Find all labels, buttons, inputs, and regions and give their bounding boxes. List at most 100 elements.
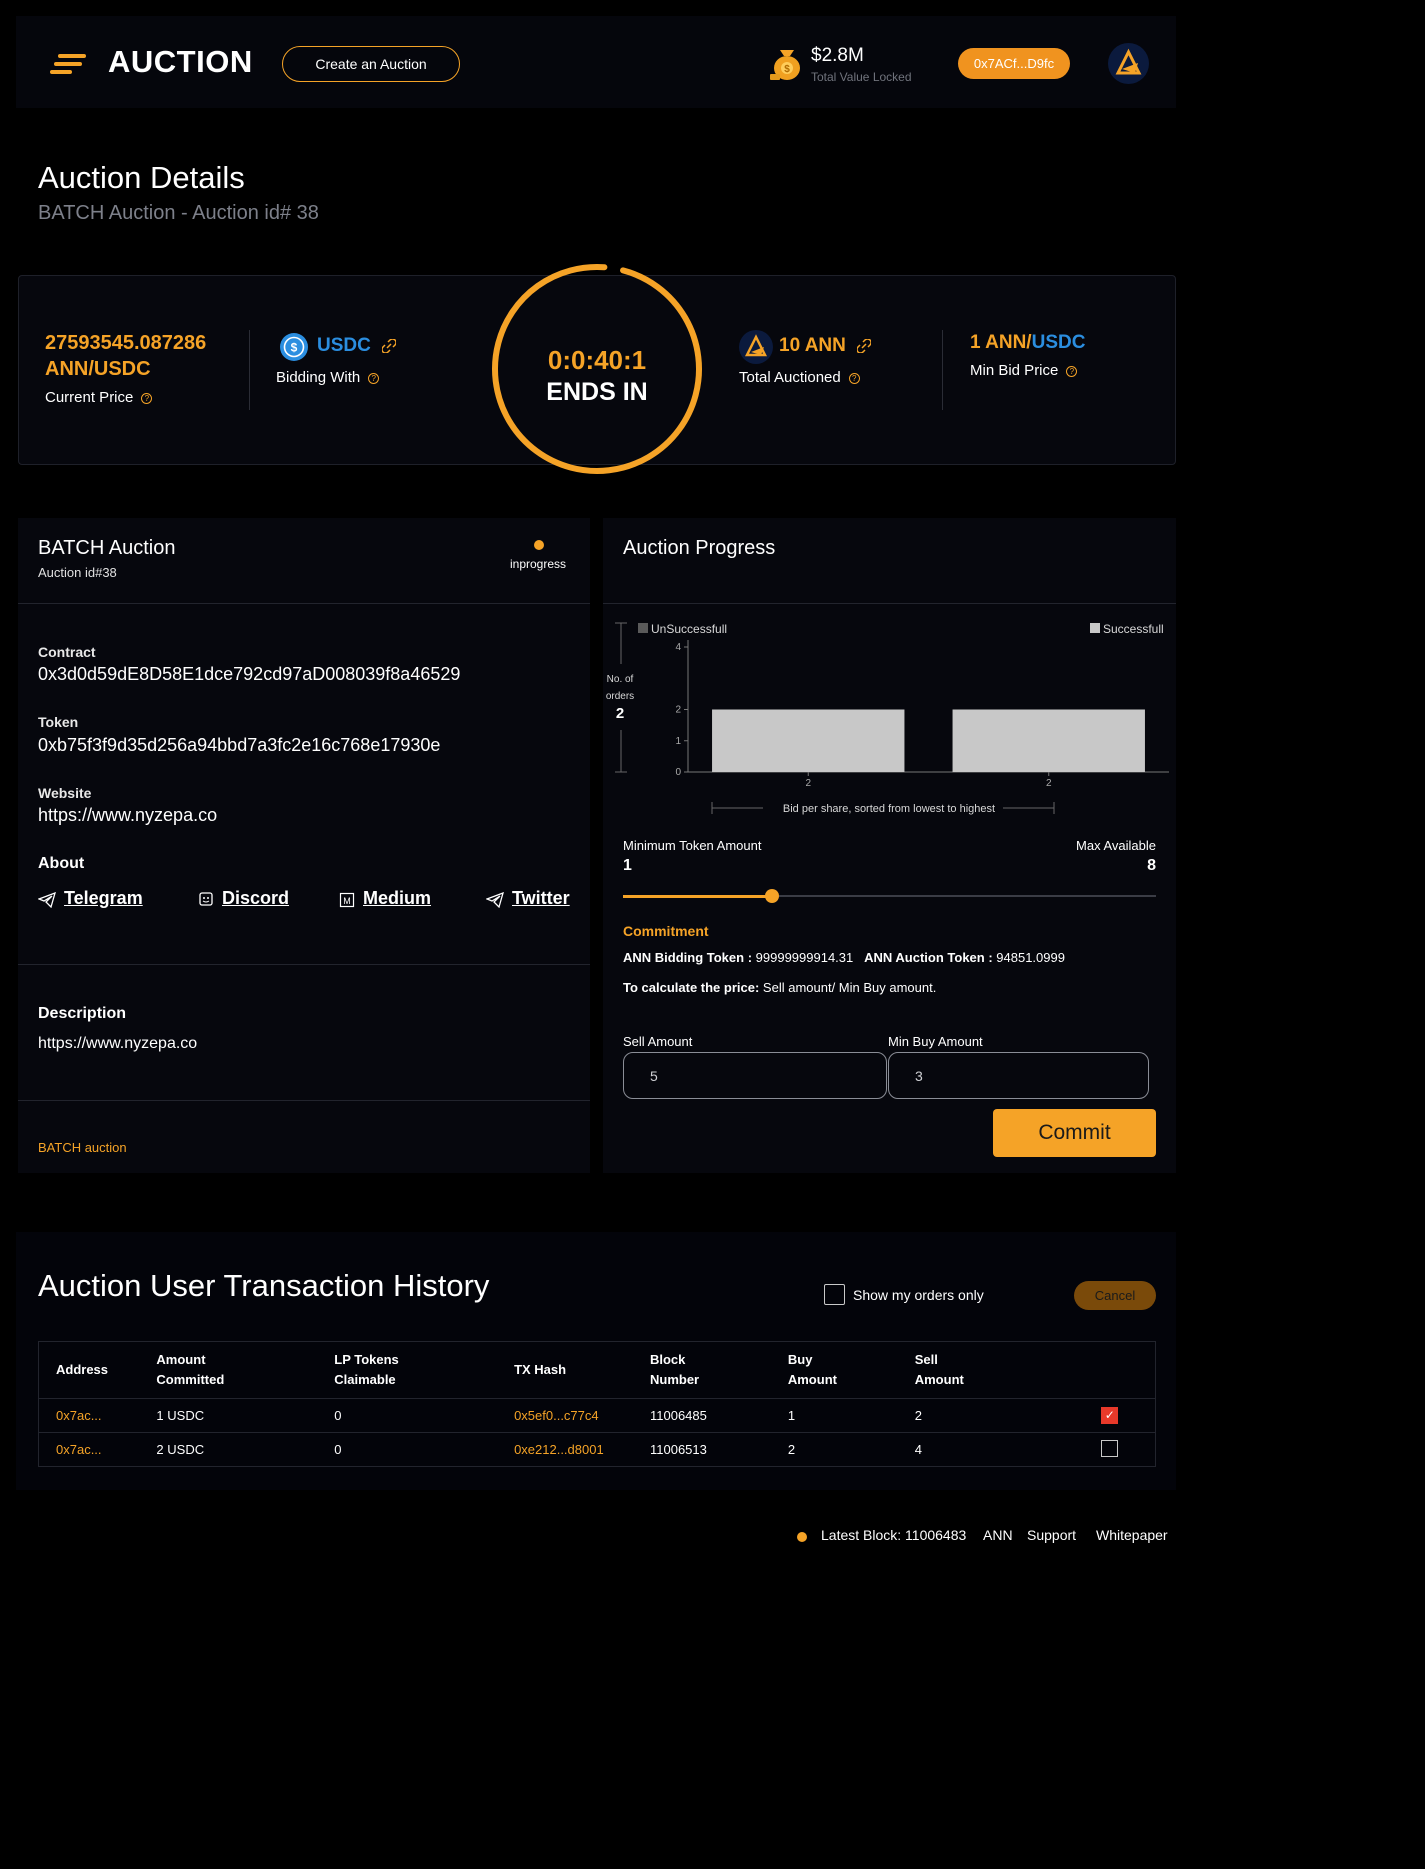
orders-chart: UnSuccessfull Successfull No. of orders … [603, 612, 1176, 822]
col-sell-label-1: Sell [914, 1352, 938, 1367]
table-header-row: Address Amount Committed LP Tokens Claimab… [38, 1341, 1156, 1399]
row-block: 11006513 [649, 1432, 788, 1467]
description-text: https://www.nyzepa.co [38, 1035, 198, 1052]
row-amount: 2 USDC [156, 1432, 335, 1467]
current-price-label-row: Current Price? [45, 389, 153, 406]
price-calc-row: To calculate the price: Sell amount/ Min… [623, 980, 936, 995]
col-buy: Buy Amount [787, 1341, 915, 1399]
auction-token-value: 94851.0999 [996, 950, 1065, 965]
footer-link-whitepaper[interactable]: Whitepaper [1096, 1527, 1168, 1543]
twitter-link[interactable]: Twitter [512, 888, 570, 908]
bidding-token-row: USDC [317, 335, 397, 357]
telegram-link-row[interactable]: Telegram [37, 888, 143, 909]
token-address[interactable]: 0xb75f3f9d35d256a94bbd7a3fc2e16c768e1793… [38, 735, 440, 756]
bidding-label: Bidding With [276, 369, 361, 386]
bar-successful [712, 709, 905, 772]
min-bid-label: Min Bid Price [970, 362, 1059, 379]
latest-block: Latest Block: 11006483 [821, 1527, 967, 1543]
row-checkbox[interactable]: ✓ [1101, 1407, 1119, 1424]
divider [249, 330, 250, 410]
svg-text:$: $ [784, 64, 790, 75]
avatar[interactable] [1108, 43, 1149, 84]
bidding-label-row: Bidding With? [276, 369, 380, 386]
help-icon[interactable]: ? [141, 392, 153, 404]
footer-link-support[interactable]: Support [1027, 1527, 1076, 1543]
x-tick-label: 2 [805, 778, 811, 789]
ends-in-label: ENDS IN [546, 378, 648, 406]
money-bag-icon: $ [768, 44, 806, 82]
current-price-value: 27593545.087286 [45, 332, 207, 354]
menu-icon[interactable] [50, 54, 86, 76]
col-amount-label-1: Amount [156, 1352, 206, 1367]
divider [18, 964, 590, 965]
commitment-balances: ANN Bidding Token : 99999999914.31 ANN A… [623, 950, 1065, 965]
bidding-token-value: 99999999914.31 [755, 950, 854, 965]
row-tx-hash[interactable]: 0x5ef0...c77c4 [514, 1398, 650, 1433]
telegram-link[interactable]: Telegram [64, 888, 143, 908]
col-tx-label: TX Hash [514, 1362, 567, 1377]
row-address[interactable]: 0x7ac... [38, 1398, 157, 1433]
help-icon[interactable]: ? [368, 372, 380, 384]
total-auctioned-label-row: Total Auctioned? [739, 369, 860, 386]
status-dot [534, 540, 544, 550]
logo[interactable]: AUCTION [108, 44, 253, 80]
bidding-token-label: ANN Bidding Token : [623, 950, 753, 965]
row-select-cell: ✓ [1064, 1398, 1156, 1433]
y-tick-label: 1 [675, 736, 681, 747]
cancel-button[interactable]: Cancel [1074, 1281, 1156, 1310]
history-title: Auction User Transaction History [38, 1268, 490, 1303]
discord-icon [199, 892, 213, 906]
row-amount: 1 USDC [156, 1398, 335, 1433]
min-bid-value: 1 ANN/USDC [970, 332, 1085, 354]
contract-address[interactable]: 0x3d0d59dE8D58E1dce792cd97aD008039f8a465… [38, 664, 460, 685]
help-icon[interactable]: ? [848, 372, 860, 384]
col-buy-label-2: Amount [787, 1372, 837, 1387]
commit-button[interactable]: Commit [993, 1109, 1156, 1157]
max-available-label: Max Available [1076, 838, 1156, 853]
twitter-link-row[interactable]: Twitter [485, 888, 570, 909]
calc-text: Sell amount/ Min Buy amount. [762, 980, 937, 995]
divider [18, 603, 590, 604]
transaction-table: Address Amount Committed LP Tokens Claimab… [38, 1341, 1156, 1467]
medium-link[interactable]: Medium [363, 888, 431, 908]
slider-fill [623, 895, 773, 898]
token-label: Token [38, 714, 79, 730]
link-icon[interactable] [382, 338, 397, 353]
row-sell: 2 [914, 1398, 1065, 1433]
discord-link[interactable]: Discord [222, 888, 289, 908]
status-badge: inprogress [509, 557, 567, 571]
medium-icon: M [339, 892, 355, 907]
medium-link-row[interactable]: M Medium [339, 888, 431, 909]
total-auctioned-value: 10 ANN [779, 335, 846, 356]
auction-token-label: ANN Auction Token : [864, 950, 993, 965]
discord-link-row[interactable]: Discord [198, 888, 289, 909]
show-my-orders-checkbox[interactable] [824, 1284, 845, 1305]
help-icon[interactable]: ? [1066, 365, 1078, 377]
sell-amount-input[interactable] [623, 1052, 887, 1099]
footer-link-ann[interactable]: ANN [983, 1527, 1013, 1543]
col-buy-label-1: Buy [787, 1352, 813, 1367]
ann-logo-icon [1115, 48, 1142, 75]
row-tx-hash[interactable]: 0xe212...d8001 [514, 1432, 650, 1467]
show-my-orders-label: Show my orders only [853, 1287, 984, 1303]
min-bid-label-row: Min Bid Price? [970, 362, 1078, 379]
link-icon[interactable] [857, 338, 872, 353]
min-buy-amount-input[interactable] [888, 1052, 1149, 1099]
col-lp-label-1: LP Tokens [334, 1352, 399, 1367]
about-label: About [38, 855, 85, 872]
website-link[interactable]: https://www.nyzepa.co [38, 805, 217, 826]
legend-successful: Successfull [1103, 622, 1164, 636]
ylabel-line1: No. of [607, 674, 634, 685]
max-available-value: 8 [1147, 857, 1156, 874]
min-token-value: 1 [623, 857, 632, 874]
calc-label: To calculate the price: [623, 980, 760, 995]
row-checkbox[interactable] [1101, 1439, 1119, 1457]
xlabel: Bid per share, sorted from lowest to hig… [783, 803, 995, 815]
svg-text:$: $ [291, 341, 298, 355]
divider [18, 1100, 590, 1101]
create-auction-button[interactable]: Create an Auction [282, 46, 460, 82]
bar-successful [952, 709, 1145, 772]
wallet-button[interactable]: 0x7ACf...D9fc [958, 48, 1070, 79]
row-select-cell [1064, 1432, 1156, 1467]
row-address[interactable]: 0x7ac... [38, 1432, 157, 1467]
